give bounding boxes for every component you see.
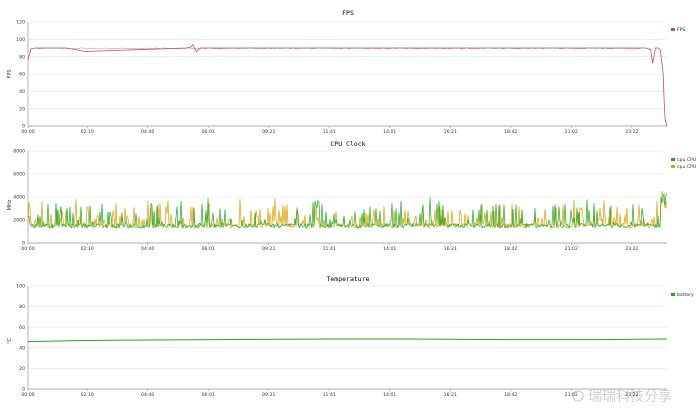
- temperature-x-tick-7: 16:21: [444, 392, 457, 398]
- fps-y-tick-5: 100: [16, 37, 25, 43]
- cpu-x-tick-6: 14:01: [383, 246, 396, 252]
- fps-legend-label: FPS: [677, 27, 685, 33]
- cpu-y-tick-0: 0: [22, 241, 25, 247]
- temperature-y-axis-label: °C: [7, 338, 13, 345]
- cpu-y-axis-label: MHz: [7, 199, 13, 210]
- temperature-x-tick-8: 18:42: [504, 392, 517, 398]
- chart-canvas: FPS CPU Clock Temperature FPS MHz °C FPS…: [7, 9, 696, 405]
- temperature-x-tick-2: 04:40: [141, 392, 154, 398]
- fps-x-tick-5: 11:41: [323, 129, 336, 135]
- cpu-x-tick-8: 18:42: [504, 246, 517, 252]
- cpu-y-tick-4: 8000: [13, 149, 25, 155]
- cpu-x-tick-4: 09:21: [262, 246, 275, 252]
- fps-x-tick-4: 09:21: [262, 129, 275, 135]
- cpu-chart-title: CPU Clock: [330, 140, 365, 148]
- temperature-y-tick-2: 40: [19, 345, 25, 351]
- temperature-y-tick-0: 0: [22, 387, 25, 393]
- cpu-x-tick-2: 04:40: [141, 246, 154, 252]
- cpu-x-tick-0: 00:00: [21, 246, 34, 252]
- fps-chart-title: FPS: [342, 9, 354, 17]
- temperature-y-tick-5: 100: [16, 284, 25, 290]
- temperature-y-tick-3: 60: [19, 325, 25, 331]
- temperature-chart-title: Temperature: [326, 275, 369, 283]
- temperature-x-tick-6: 14:01: [383, 392, 396, 398]
- cpu-legend-label-2: cpu CPU: [677, 164, 696, 170]
- cpu-x-tick-7: 16:21: [444, 246, 457, 252]
- fps-y-axis-label: FPS: [7, 69, 13, 78]
- cpu-legend-label-1: cpu CPU: [677, 157, 696, 163]
- temperature-legend-swatch: [671, 293, 675, 296]
- fps-y-tick-3: 60: [19, 72, 25, 78]
- temperature-legend-label: battery: [677, 292, 694, 298]
- cpu-legend-swatch-2: [671, 165, 675, 168]
- temperature-x-tick-4: 09:21: [262, 392, 275, 398]
- cpu-y-tick-2: 4000: [13, 195, 25, 201]
- fps-x-tick-7: 16:21: [444, 129, 457, 135]
- fps-x-tick-9: 21:02: [565, 129, 578, 135]
- temperature-x-tick-0: 00:00: [21, 392, 34, 398]
- fps-x-tick-6: 14:01: [383, 129, 396, 135]
- temperature-x-tick-3: 06:01: [202, 392, 215, 398]
- cpu-x-tick-1: 02:10: [81, 246, 94, 252]
- temperature-x-tick-10: 23:22: [625, 392, 638, 398]
- fps-y-tick-4: 80: [19, 54, 25, 60]
- fps-x-tick-3: 06:01: [202, 129, 215, 135]
- fps-x-tick-2: 04:40: [141, 129, 154, 135]
- temperature-y-tick-4: 80: [19, 304, 25, 310]
- temperature-y-tick-1: 20: [19, 366, 25, 372]
- cpu-y-tick-3: 6000: [13, 172, 25, 178]
- cpu-legend-swatch-1: [671, 158, 675, 161]
- fps-x-tick-0: 00:00: [21, 129, 34, 135]
- cpu-y-tick-1: 2000: [13, 218, 25, 224]
- fps-x-tick-10: 23:22: [625, 129, 638, 135]
- fps-y-tick-0: 0: [22, 124, 25, 130]
- fps-legend-swatch: [671, 28, 675, 31]
- temperature-x-tick-5: 11:41: [323, 392, 336, 398]
- fps-x-tick-1: 02:10: [81, 129, 94, 135]
- fps-y-tick-6: 120: [16, 20, 25, 26]
- cpu-x-tick-9: 21:02: [565, 246, 578, 252]
- cpu-x-tick-5: 11:41: [323, 246, 336, 252]
- fps-x-tick-8: 18:42: [504, 129, 517, 135]
- temperature-series-line-0: [27, 338, 668, 343]
- temperature-x-tick-9: 21:02: [565, 392, 578, 398]
- fps-y-tick-1: 20: [19, 106, 25, 112]
- fps-y-tick-2: 40: [19, 89, 25, 95]
- temperature-x-tick-1: 02:10: [81, 392, 94, 398]
- cpu-x-tick-3: 06:01: [202, 246, 215, 252]
- cpu-x-tick-10: 23:22: [625, 246, 638, 252]
